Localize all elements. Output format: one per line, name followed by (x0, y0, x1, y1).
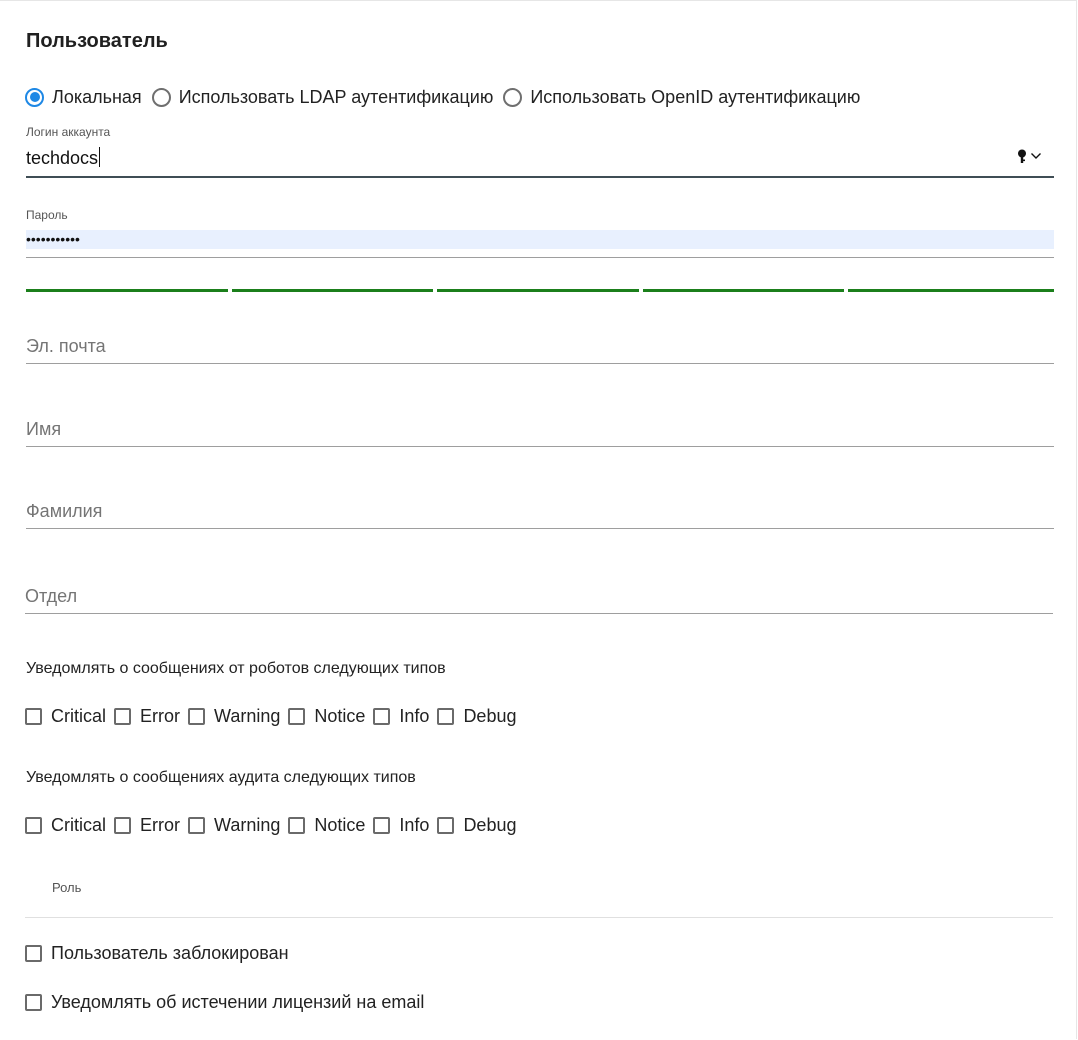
audit-checkbox-info[interactable]: Info (373, 815, 429, 836)
robot-notifications-title: Уведомлять о сообщениях от роботов следу… (26, 660, 446, 677)
checkbox-icon (114, 707, 132, 725)
robot-checkbox-notice[interactable]: Notice (288, 706, 365, 727)
strength-segment (232, 289, 433, 292)
radio-openid-auth[interactable]: Использовать OpenID аутентификацию (503, 87, 860, 108)
checkbox-label: Error (140, 814, 181, 835)
checkbox-icon (188, 707, 206, 725)
checkbox-icon (25, 707, 42, 725)
checkbox-label: Warning (214, 705, 281, 726)
checkbox-icon (437, 707, 455, 725)
audit-checkbox-critical[interactable]: Critical (25, 815, 106, 836)
audit-checkbox-error[interactable]: Error (114, 815, 180, 836)
last-name-placeholder: Фамилия (26, 501, 103, 521)
checkbox-icon (437, 816, 455, 834)
checkbox-icon (373, 816, 391, 834)
checkbox-icon (188, 816, 206, 834)
robot-checkbox-debug[interactable]: Debug (437, 706, 516, 727)
strength-segment (848, 289, 1054, 292)
email-field[interactable]: Эл. почта (26, 333, 1054, 364)
checkbox-icon (25, 816, 42, 834)
license-email-checkbox[interactable]: Уведомлять об истечении лицензий на emai… (25, 992, 424, 1013)
checkbox-icon (288, 707, 306, 725)
checkbox-label: Warning (214, 814, 281, 835)
chevron-down-icon (1031, 153, 1041, 159)
audit-notifications-checkboxes: Critical Error Warning Notice Info Debug (25, 814, 524, 836)
first-name-placeholder: Имя (26, 419, 62, 439)
strength-segment (643, 289, 844, 292)
role-select[interactable] (25, 917, 1053, 918)
checkbox-label: Critical (51, 814, 107, 835)
auth-type-radio-group: Локальная Использовать LDAP аутентификац… (25, 85, 870, 109)
role-label: Роль (52, 880, 82, 895)
license-email-label: Уведомлять об истечении лицензий на emai… (51, 992, 425, 1012)
audit-checkbox-notice[interactable]: Notice (288, 815, 365, 836)
user-blocked-checkbox[interactable]: Пользователь заблокирован (25, 943, 289, 964)
audit-checkbox-warning[interactable]: Warning (188, 815, 280, 836)
department-placeholder: Отдел (25, 586, 78, 606)
robot-checkbox-critical[interactable]: Critical (25, 706, 106, 727)
radio-local-auth[interactable]: Локальная (25, 87, 142, 108)
password-strength-meter (26, 289, 1054, 292)
checkbox-icon (288, 816, 306, 834)
checkbox-label: Notice (314, 814, 366, 835)
password-manager-button[interactable] (1017, 149, 1042, 163)
last-name-field[interactable]: Фамилия (26, 498, 1054, 529)
radio-label: Использовать LDAP аутентификацию (178, 86, 494, 107)
robot-checkbox-warning[interactable]: Warning (188, 706, 280, 727)
radio-label: Локальная (52, 86, 142, 107)
checkbox-label: Info (399, 705, 430, 726)
password-label: Пароль (26, 208, 68, 222)
key-icon (1018, 149, 1026, 163)
audit-notifications-title: Уведомлять о сообщениях аудита следующих… (26, 769, 416, 786)
strength-segment (437, 289, 639, 292)
checkbox-icon (25, 994, 42, 1011)
checkbox-label: Notice (314, 705, 366, 726)
checkbox-label: Info (399, 814, 430, 835)
password-field[interactable]: Пароль ••••••••••• (26, 207, 1054, 258)
checkbox-label: Critical (51, 705, 107, 726)
dialog-title: Пользователь (26, 30, 168, 52)
radio-unchecked-icon (151, 87, 171, 107)
radio-ldap-auth[interactable]: Использовать LDAP аутентификацию (151, 86, 494, 108)
checkbox-label: Error (140, 705, 181, 726)
user-blocked-label: Пользователь заблокирован (51, 943, 289, 963)
robot-checkbox-info[interactable]: Info (373, 706, 429, 727)
checkbox-icon (114, 816, 132, 834)
text-caret (99, 147, 101, 167)
radio-unchecked-icon (503, 87, 523, 107)
checkbox-label: Debug (463, 705, 517, 726)
first-name-field[interactable]: Имя (26, 416, 1054, 447)
radio-label: Использовать OpenID аутентификацию (530, 86, 861, 107)
checkbox-label: Debug (463, 814, 517, 835)
password-input[interactable]: ••••••••••• (26, 230, 1054, 249)
checkbox-icon (373, 707, 391, 725)
checkbox-icon (25, 945, 42, 962)
robot-notifications-checkboxes: Critical Error Warning Notice Info Debug (25, 705, 524, 727)
login-label: Логин аккаунта (26, 125, 111, 139)
strength-segment (26, 289, 228, 292)
radio-checked-icon (25, 87, 44, 107)
audit-checkbox-debug[interactable]: Debug (437, 815, 516, 836)
robot-checkbox-error[interactable]: Error (114, 706, 180, 727)
login-input[interactable]: techdocs (26, 147, 101, 169)
department-field[interactable]: Отдел (25, 583, 1053, 614)
email-placeholder: Эл. почта (26, 336, 106, 356)
login-field[interactable]: Логин аккаунта techdocs (26, 124, 1054, 178)
